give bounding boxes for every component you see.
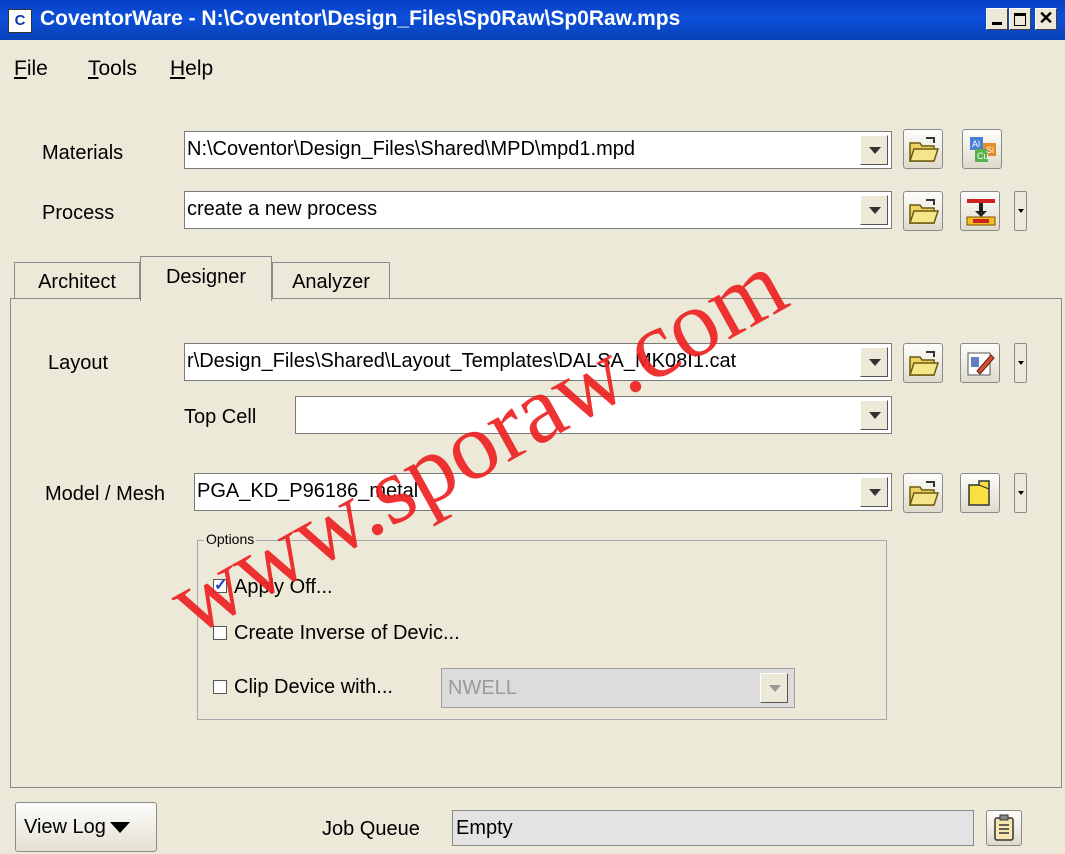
job-queue-button[interactable] [986, 810, 1022, 846]
process-editor-button[interactable] [960, 191, 1000, 231]
layout-menu-arrow[interactable] [1014, 343, 1027, 383]
top-cell-label: Top Cell [184, 406, 257, 428]
clip-device-value: NWELL [448, 677, 517, 699]
model-mesh-combo[interactable]: PGA_KD_P96186_metal [194, 473, 892, 511]
folder-open-icon [908, 351, 940, 376]
tab-analyzer[interactable]: Analyzer [272, 262, 390, 299]
layout-value: r\Design_Files\Shared\Layout_Templates\D… [187, 350, 737, 372]
job-queue-value: Empty [456, 817, 513, 839]
chevron-down-icon[interactable] [860, 477, 888, 507]
apply-off-label[interactable]: Apply Off... [234, 576, 333, 599]
tab-architect[interactable]: Architect [14, 262, 140, 299]
mesh-menu-arrow[interactable] [1014, 473, 1027, 513]
svg-text:Al: Al [972, 139, 980, 149]
view-log-label: View Log [24, 816, 106, 838]
mesh-button[interactable] [960, 473, 1000, 513]
tab-designer[interactable]: Designer [140, 256, 272, 301]
process-value: create a new process [187, 198, 378, 220]
process-label: Process [42, 202, 115, 224]
mesh-icon [968, 480, 990, 506]
process-browse-button[interactable] [903, 191, 943, 231]
materials-database-button[interactable]: Al Si Cu [962, 129, 1002, 169]
clip-device-combo: NWELL [441, 668, 795, 708]
clip-device-checkbox[interactable] [213, 680, 227, 694]
app-icon: C [8, 9, 32, 33]
top-cell-combo[interactable] [295, 396, 892, 434]
process-combo[interactable]: create a new process [184, 191, 892, 229]
apply-off-checkbox[interactable] [213, 575, 227, 595]
folder-open-icon [908, 199, 940, 224]
materials-label: Materials [42, 142, 124, 164]
materials-value: N:\Coventor\Design_Files\Shared\MPD\mpd1… [187, 138, 635, 160]
chevron-down-icon [760, 673, 788, 703]
options-legend: Options [204, 531, 257, 547]
window-title: CoventorWare - N:\Coventor\Design_Files\… [40, 7, 681, 30]
chevron-down-icon[interactable] [860, 135, 888, 165]
svg-text:Cu: Cu [977, 151, 989, 161]
job-queue-label: Job Queue [322, 818, 420, 840]
clip-device-label[interactable]: Clip Device with... [234, 676, 393, 699]
layout-editor-icon [967, 352, 995, 376]
materials-combo[interactable]: N:\Coventor\Design_Files\Shared\MPD\mpd1… [184, 131, 892, 169]
maximize-button[interactable] [1009, 8, 1031, 30]
model-mesh-label: Model / Mesh [45, 483, 166, 505]
minimize-button[interactable] [986, 8, 1008, 30]
chevron-down-icon[interactable] [860, 400, 888, 430]
layout-browse-button[interactable] [903, 343, 943, 383]
model-mesh-value: PGA_KD_P96186_metal [197, 480, 419, 502]
materials-browse-button[interactable] [903, 129, 943, 169]
create-inverse-label[interactable]: Create Inverse of Devic... [234, 622, 460, 645]
close-button[interactable]: ✕ [1035, 8, 1057, 30]
menu-tools[interactable]: Tools [88, 57, 137, 81]
folder-open-icon [908, 481, 940, 506]
title-bar: C CoventorWare - N:\Coventor\Design_File… [0, 0, 1065, 40]
menu-file[interactable]: File [14, 57, 48, 81]
create-inverse-checkbox[interactable] [213, 626, 227, 640]
triangle-down-icon [109, 822, 130, 834]
chevron-down-icon[interactable] [860, 195, 888, 225]
process-editor-icon [966, 199, 996, 226]
job-queue-field: Empty [452, 810, 974, 846]
materials-periodic-icon: AlSiCu [970, 137, 996, 162]
layout-combo[interactable]: r\Design_Files\Shared\Layout_Templates\D… [184, 343, 892, 381]
chevron-down-icon[interactable] [860, 347, 888, 377]
layout-label: Layout [48, 352, 109, 374]
view-log-button[interactable]: View Log [15, 802, 157, 852]
clipboard-icon [994, 814, 1014, 841]
process-menu-arrow[interactable] [1014, 191, 1027, 231]
layout-editor-button[interactable] [960, 343, 1000, 383]
menu-help[interactable]: Help [170, 57, 213, 81]
folder-open-icon [908, 137, 940, 162]
model-browse-button[interactable] [903, 473, 943, 513]
